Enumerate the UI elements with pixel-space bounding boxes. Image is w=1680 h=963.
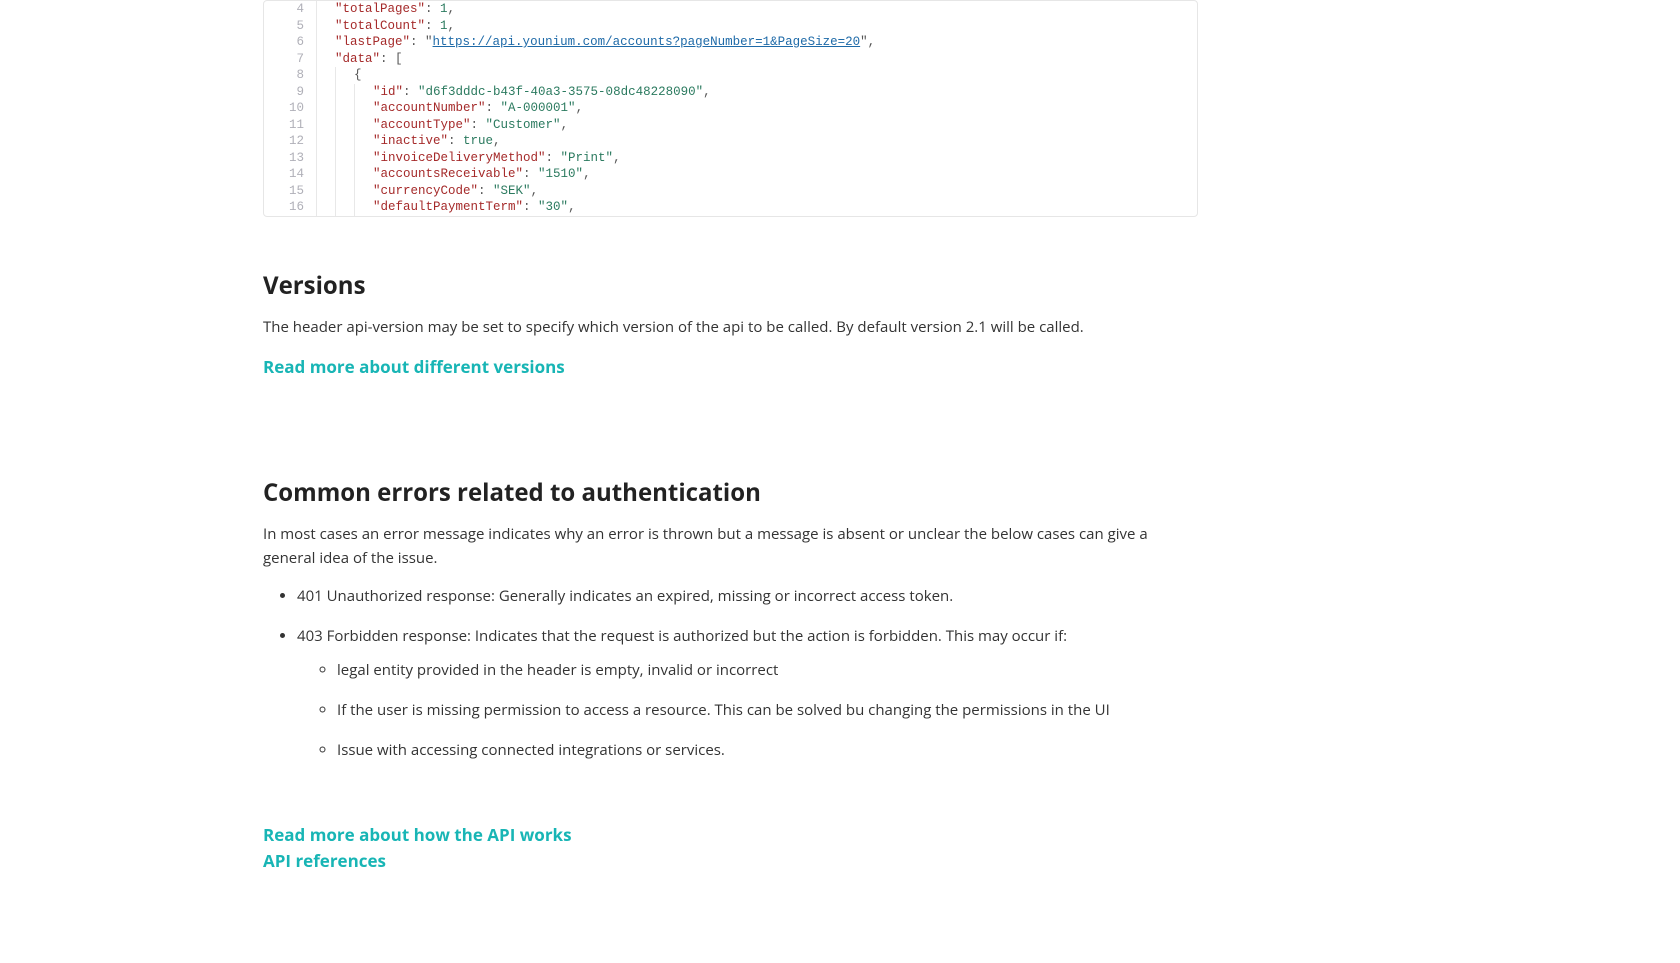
code-line: 11 "accountType": "Customer",	[264, 117, 1197, 134]
code-text: "invoiceDeliveryMethod": "Print",	[373, 150, 1197, 167]
line-number: 10	[264, 100, 316, 117]
code-line: 12 "inactive": true,	[264, 133, 1197, 150]
code-text: "id": "d6f3dddc-b43f-40a3-3575-08dc48228…	[373, 84, 1197, 101]
error-sub-list: legal entity provided in the header is e…	[297, 658, 1198, 762]
line-number: 8	[264, 67, 316, 84]
code-text: "accountsReceivable": "1510",	[373, 166, 1197, 183]
line-number: 14	[264, 166, 316, 183]
line-number: 6	[264, 34, 316, 51]
error-item: 401 Unauthorized response: Generally ind…	[297, 584, 1198, 608]
line-number: 5	[264, 18, 316, 35]
line-number: 7	[264, 51, 316, 68]
code-line: 16 "defaultPaymentTerm": "30",	[264, 199, 1197, 216]
error-sub-item: If the user is missing permission to acc…	[337, 698, 1198, 722]
line-number: 11	[264, 117, 316, 134]
code-text: {	[354, 67, 1197, 84]
errors-list: 401 Unauthorized response: Generally ind…	[263, 584, 1198, 762]
code-line: 14 "accountsReceivable": "1510",	[264, 166, 1197, 183]
code-line: 7 "data": [	[264, 51, 1197, 68]
code-text: "accountNumber": "A-000001",	[373, 100, 1197, 117]
error-sub-item: Issue with accessing connected integrati…	[337, 738, 1198, 762]
code-text: "defaultPaymentTerm": "30",	[373, 199, 1197, 216]
api-works-link[interactable]: Read more about how the API works	[263, 822, 1198, 848]
code-line: 10 "accountNumber": "A-000001",	[264, 100, 1197, 117]
code-text: "totalPages": 1,	[335, 1, 1197, 18]
code-block: 4 "totalPages": 1, 5 "totalCount": 1, 6 "last…	[263, 0, 1198, 217]
errors-heading: Common errors related to authentication	[263, 474, 1198, 512]
versions-paragraph: The header api-version may be set to spe…	[263, 315, 1198, 339]
code-text: "accountType": "Customer",	[373, 117, 1197, 134]
line-number: 16	[264, 199, 316, 216]
line-number: 9	[264, 84, 316, 101]
code-text: "totalCount": 1,	[335, 18, 1197, 35]
code-line: 5 "totalCount": 1,	[264, 18, 1197, 35]
versions-link[interactable]: Read more about different versions	[263, 353, 565, 380]
line-number: 4	[264, 1, 316, 18]
line-number: 13	[264, 150, 316, 167]
versions-heading: Versions	[263, 267, 1198, 305]
api-references-link[interactable]: API references	[263, 848, 1198, 874]
errors-paragraph: In most cases an error message indicates…	[263, 522, 1198, 570]
code-text: "lastPage": "https://api.younium.com/acc…	[335, 34, 1197, 51]
code-text: "currencyCode": "SEK",	[373, 183, 1197, 200]
code-line: 15 "currencyCode": "SEK",	[264, 183, 1197, 200]
line-number: 15	[264, 183, 316, 200]
error-sub-item: legal entity provided in the header is e…	[337, 658, 1198, 682]
code-text: "inactive": true,	[373, 133, 1197, 150]
code-text: "data": [	[335, 51, 1197, 68]
code-line: 4 "totalPages": 1,	[264, 1, 1197, 18]
code-line: 13 "invoiceDeliveryMethod": "Print",	[264, 150, 1197, 167]
error-item: 403 Forbidden response: Indicates that t…	[297, 624, 1198, 762]
line-number: 12	[264, 133, 316, 150]
code-line: 9 "id": "d6f3dddc-b43f-40a3-3575-08dc4822…	[264, 84, 1197, 101]
code-line: 6 "lastPage": "https://api.younium.com/ac…	[264, 34, 1197, 51]
code-line: 8{	[264, 67, 1197, 84]
